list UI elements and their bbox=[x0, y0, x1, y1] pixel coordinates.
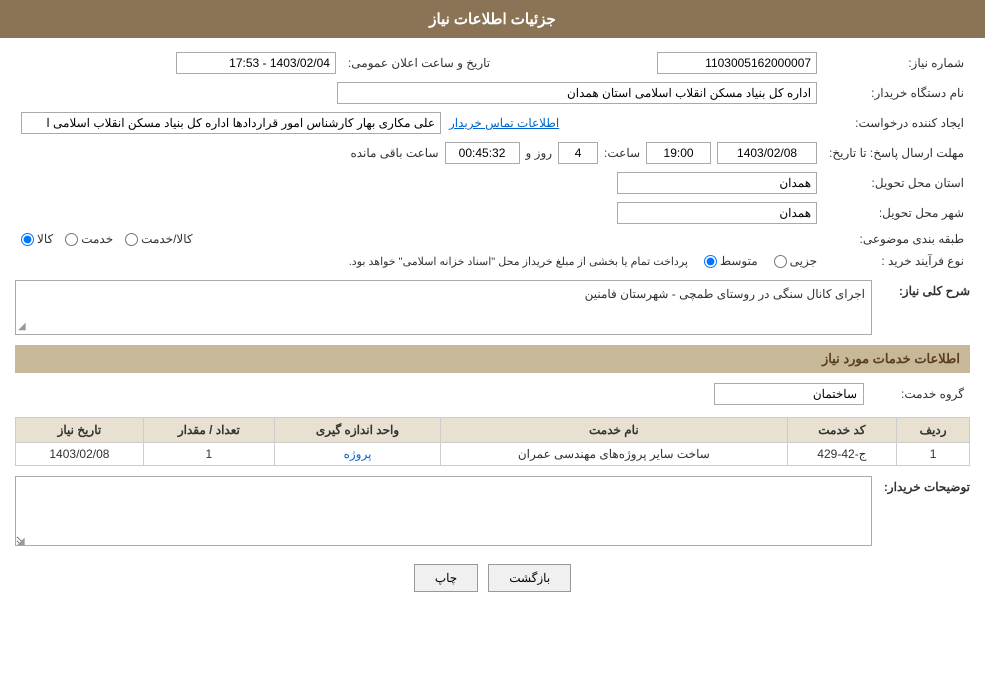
need-number-label: شماره نیاز: bbox=[823, 48, 970, 78]
info-table: شماره نیاز: تاریخ و ساعت اعلان عمومی: نا… bbox=[15, 48, 970, 272]
buyer-org-value bbox=[15, 78, 823, 108]
category-kala-label[interactable]: کالا bbox=[21, 232, 53, 246]
table-row: 1 ج-42-429 ساخت سایر پروژه‌های مهندسی عم… bbox=[16, 443, 970, 466]
purchase-type-partial-label[interactable]: جزیی bbox=[774, 254, 817, 268]
cell-name: ساخت سایر پروژه‌های مهندسی عمران bbox=[441, 443, 787, 466]
cell-code: ج-42-429 bbox=[787, 443, 897, 466]
city-value bbox=[15, 198, 823, 228]
service-group-value bbox=[15, 379, 870, 409]
announcement-input[interactable] bbox=[176, 52, 336, 74]
days-label: روز و bbox=[526, 146, 553, 160]
category-kala-text: کالا bbox=[37, 232, 53, 246]
service-group-label: گروه خدمت: bbox=[870, 379, 970, 409]
days-input[interactable] bbox=[558, 142, 598, 164]
category-row: کالا خدمت کالا/خدمت bbox=[15, 228, 823, 250]
cell-date: 1403/02/08 bbox=[16, 443, 144, 466]
resize-icon: ◢ bbox=[18, 321, 26, 332]
purchase-type-label: نوع فرآیند خرید : bbox=[823, 250, 970, 272]
services-table: ردیف کد خدمت نام خدمت واحد اندازه گیری ت… bbox=[15, 417, 970, 466]
category-khedmat-label[interactable]: خدمت bbox=[65, 232, 113, 246]
description-label-text: شرح کلی نیاز: bbox=[899, 284, 970, 298]
purchase-type-medium-radio[interactable] bbox=[704, 255, 717, 268]
col-code: کد خدمت bbox=[787, 418, 897, 443]
category-khedmat-radio[interactable] bbox=[65, 233, 78, 246]
purchase-type-medium-text: متوسط bbox=[720, 254, 758, 268]
page-title: جزئیات اطلاعات نیاز bbox=[429, 11, 556, 28]
description-text: اجرای کانال سنگی در روستای طمچی - شهرستا… bbox=[585, 287, 865, 301]
description-box: اجرای کانال سنگی در روستای طمچی - شهرستا… bbox=[15, 280, 872, 335]
buyer-desc-label-container: توضیحات خریدار: bbox=[880, 476, 970, 494]
creator-row: اطلاعات تماس خریدار bbox=[15, 108, 823, 138]
category-kala-khedmat-label[interactable]: کالا/خدمت bbox=[125, 232, 192, 246]
announcement-label: تاریخ و ساعت اعلان عمومی: bbox=[342, 48, 496, 78]
category-label: طبقه بندی موضوعی: bbox=[823, 228, 970, 250]
need-number-value bbox=[496, 48, 823, 78]
col-name: نام خدمت bbox=[441, 418, 787, 443]
purchase-type-partial-radio[interactable] bbox=[774, 255, 787, 268]
creator-input[interactable] bbox=[21, 112, 441, 134]
purchase-type-note: پرداخت تمام یا بخشی از مبلغ خریداز محل "… bbox=[349, 255, 688, 268]
province-label: استان محل تحویل: bbox=[823, 168, 970, 198]
purchase-type-row: پرداخت تمام یا بخشی از مبلغ خریداز محل "… bbox=[15, 250, 823, 272]
services-section-header: اطلاعات خدمات مورد نیاز bbox=[15, 345, 970, 373]
services-section-label: اطلاعات خدمات مورد نیاز bbox=[822, 351, 960, 366]
province-value bbox=[15, 168, 823, 198]
purchase-type-medium-label[interactable]: متوسط bbox=[704, 254, 758, 268]
category-khedmat-text: خدمت bbox=[81, 232, 113, 246]
buyer-org-label: نام دستگاه خریدار: bbox=[823, 78, 970, 108]
buyer-desc-label: توضیحات خریدار: bbox=[884, 480, 970, 494]
cell-qty: 1 bbox=[143, 443, 274, 466]
print-button[interactable]: چاپ bbox=[414, 564, 478, 592]
announcement-value bbox=[15, 48, 342, 78]
back-button[interactable]: بازگشت bbox=[488, 564, 571, 592]
need-number-input[interactable] bbox=[657, 52, 817, 74]
service-group-table: گروه خدمت: bbox=[15, 379, 970, 409]
cell-row: 1 bbox=[897, 443, 970, 466]
deadline-row: ساعت باقی مانده روز و ساعت: bbox=[15, 138, 823, 168]
time-input[interactable] bbox=[646, 142, 711, 164]
buyer-desc-textarea[interactable] bbox=[15, 476, 872, 546]
remaining-label: ساعت باقی مانده bbox=[350, 146, 438, 160]
col-row: ردیف bbox=[897, 418, 970, 443]
purchase-type-partial-text: جزیی bbox=[790, 254, 817, 268]
col-date: تاریخ نیاز bbox=[16, 418, 144, 443]
city-input[interactable] bbox=[617, 202, 817, 224]
col-qty: تعداد / مقدار bbox=[143, 418, 274, 443]
remaining-input[interactable] bbox=[445, 142, 520, 164]
deadline-label: مهلت ارسال پاسخ: تا تاریخ: bbox=[823, 138, 970, 168]
buyer-org-input[interactable] bbox=[337, 82, 817, 104]
time-label: ساعت: bbox=[604, 146, 640, 160]
page-header: جزئیات اطلاعات نیاز bbox=[0, 0, 985, 38]
province-input[interactable] bbox=[617, 172, 817, 194]
creator-contact-link[interactable]: اطلاعات تماس خریدار bbox=[449, 116, 559, 130]
city-label: شهر محل تحویل: bbox=[823, 198, 970, 228]
buyer-desc-resize-icon: ◢ bbox=[17, 536, 25, 547]
service-group-input[interactable] bbox=[714, 383, 864, 405]
cell-unit: پروژه bbox=[274, 443, 440, 466]
button-row: بازگشت چاپ bbox=[15, 564, 970, 592]
description-section-label: شرح کلی نیاز: bbox=[880, 280, 970, 298]
creator-label: ایجاد کننده درخواست: bbox=[823, 108, 970, 138]
col-unit: واحد اندازه گیری bbox=[274, 418, 440, 443]
category-kala-radio[interactable] bbox=[21, 233, 34, 246]
date-input[interactable] bbox=[717, 142, 817, 164]
category-kala-khedmat-text: کالا/خدمت bbox=[141, 232, 192, 246]
category-kala-khedmat-radio[interactable] bbox=[125, 233, 138, 246]
